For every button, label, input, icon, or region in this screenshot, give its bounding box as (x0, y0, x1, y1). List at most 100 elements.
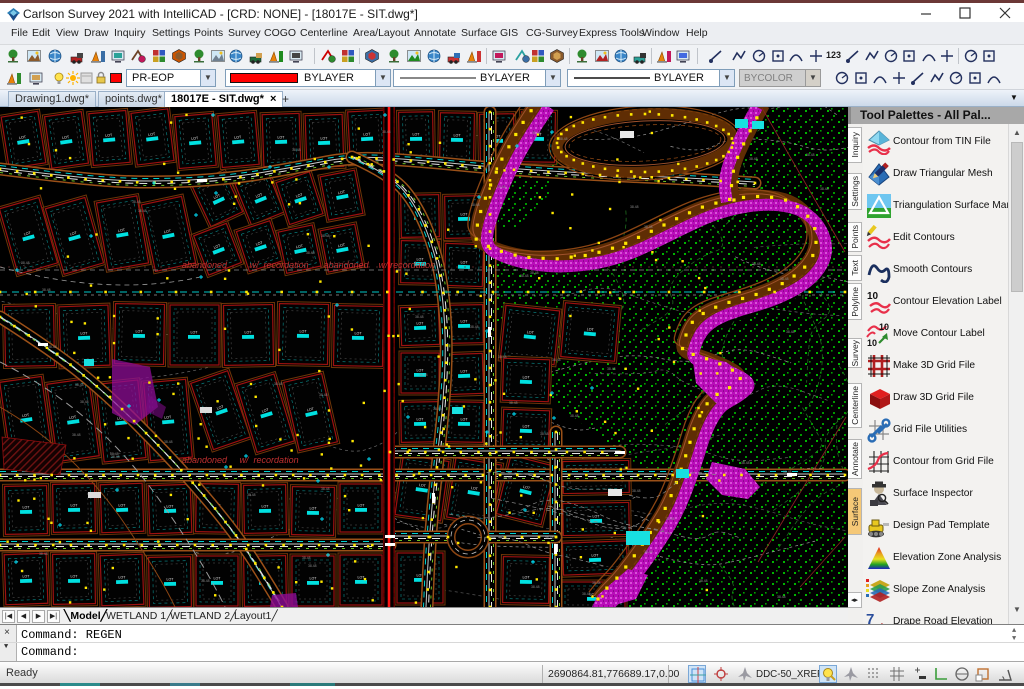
svg-text:38.48: 38.48 (321, 487, 330, 491)
svg-text:38.48: 38.48 (644, 550, 653, 554)
svg-text:38.48: 38.48 (39, 552, 48, 556)
svg-text:LOT: LOT (118, 575, 126, 579)
svg-text:LOT: LOT (244, 330, 252, 334)
svg-text:LOT: LOT (460, 369, 468, 373)
svg-text:38.48: 38.48 (531, 585, 540, 589)
svg-text:38.48: 38.48 (471, 203, 480, 207)
svg-text:38.48: 38.48 (470, 325, 479, 329)
svg-text:38.48: 38.48 (415, 315, 424, 319)
svg-text:LOT: LOT (80, 331, 88, 335)
svg-text:38.48: 38.48 (42, 288, 51, 292)
svg-text:38.48: 38.48 (540, 432, 549, 436)
svg-text:38.48: 38.48 (498, 355, 507, 359)
svg-text:38.48: 38.48 (247, 493, 256, 497)
svg-text:LOT: LOT (118, 503, 126, 507)
svg-text:LOT: LOT (355, 331, 363, 335)
svg-text:LOT: LOT (320, 136, 328, 140)
svg-text:38.48: 38.48 (545, 536, 554, 540)
svg-text:LOT: LOT (277, 135, 285, 139)
svg-text:LOT: LOT (310, 506, 318, 510)
svg-text:38.48: 38.48 (308, 564, 317, 568)
svg-text:38.48: 38.48 (783, 470, 792, 474)
svg-text:LOT: LOT (527, 330, 535, 335)
svg-text:38.48: 38.48 (777, 595, 786, 599)
svg-text:38.48: 38.48 (644, 225, 653, 229)
svg-text:38.48: 38.48 (532, 131, 541, 135)
svg-text:LOT: LOT (523, 424, 531, 428)
svg-text:38.48: 38.48 (274, 382, 283, 386)
svg-text:38.48: 38.48 (419, 373, 428, 377)
svg-text:38.48: 38.48 (806, 153, 815, 157)
svg-text:abandoned w/ recordation: abandoned w/ recordation (182, 455, 299, 465)
svg-text:38.48: 38.48 (164, 440, 173, 444)
svg-text:38.48: 38.48 (699, 579, 708, 583)
svg-text:38.48: 38.48 (48, 345, 57, 349)
svg-text:LOT: LOT (70, 574, 78, 578)
svg-text:LOT: LOT (191, 331, 199, 335)
svg-text:38.48: 38.48 (820, 187, 829, 191)
svg-text:38.48: 38.48 (749, 157, 758, 161)
svg-text:LOT: LOT (136, 329, 144, 333)
svg-text:LOT: LOT (300, 329, 308, 333)
svg-text:LOT: LOT (454, 133, 462, 137)
svg-text:38.48: 38.48 (201, 579, 210, 583)
svg-text:LOT: LOT (592, 514, 600, 518)
svg-text:LOT: LOT (523, 575, 531, 579)
svg-text:LOT: LOT (417, 369, 425, 373)
svg-text:LOT: LOT (164, 415, 172, 420)
svg-text:38.48: 38.48 (75, 383, 84, 387)
svg-text:LOT: LOT (310, 577, 318, 581)
svg-text:LOT: LOT (591, 553, 599, 557)
svg-text:38.48: 38.48 (138, 209, 147, 213)
svg-text:LOT: LOT (461, 260, 469, 264)
svg-text:38.48: 38.48 (306, 251, 315, 255)
svg-text:38.48: 38.48 (292, 148, 301, 152)
svg-text:38.48: 38.48 (110, 452, 119, 456)
svg-text:LOT: LOT (214, 577, 222, 581)
svg-text:38.48: 38.48 (21, 261, 30, 265)
svg-text:LOT: LOT (70, 503, 78, 507)
svg-text:LOT: LOT (166, 577, 174, 581)
svg-text:LOT: LOT (234, 135, 242, 140)
svg-text:LOT: LOT (523, 375, 531, 379)
svg-text:38.48: 38.48 (498, 535, 507, 539)
svg-text:LOT: LOT (261, 504, 269, 508)
svg-text:LOT: LOT (363, 132, 371, 136)
svg-text:38.48: 38.48 (582, 592, 591, 596)
svg-text:38.48: 38.48 (592, 581, 601, 585)
svg-text:LOT: LOT (416, 417, 424, 421)
svg-text:LOT: LOT (412, 132, 420, 136)
svg-text:LOT: LOT (460, 319, 468, 323)
svg-text:LOT: LOT (358, 504, 366, 508)
svg-text:10: 10 (867, 338, 877, 347)
svg-text:10: 10 (867, 291, 879, 302)
svg-text:LOT: LOT (416, 321, 424, 325)
svg-text:38.48: 38.48 (552, 358, 561, 362)
svg-text:7: 7 (866, 611, 874, 624)
svg-text:10: 10 (879, 322, 889, 332)
svg-text:38.48: 38.48 (530, 271, 539, 275)
svg-text:38.48: 38.48 (497, 185, 506, 189)
svg-text:38.48: 38.48 (80, 400, 89, 404)
svg-text:38.48: 38.48 (666, 517, 675, 521)
svg-text:38.48: 38.48 (741, 461, 750, 465)
svg-text:LOT: LOT (587, 327, 595, 332)
svg-text:LOT: LOT (105, 133, 113, 138)
svg-text:LOT: LOT (460, 212, 468, 216)
svg-text:38.48: 38.48 (607, 367, 616, 371)
svg-text:38.48: 38.48 (630, 205, 639, 209)
svg-text:abandoned w/ recordat: abandoned w/ recordation abandoned w/ re… (182, 260, 435, 270)
svg-text:38.48: 38.48 (780, 277, 789, 281)
svg-text:38.48: 38.48 (503, 476, 512, 480)
svg-text:38.48: 38.48 (382, 130, 391, 134)
svg-text:38.48: 38.48 (632, 489, 641, 493)
svg-text:38.48: 38.48 (786, 330, 795, 334)
svg-text:38.48: 38.48 (433, 407, 442, 411)
svg-text:38.48: 38.48 (302, 556, 311, 560)
svg-text:38.48: 38.48 (72, 433, 81, 437)
svg-text:LOT: LOT (191, 136, 199, 141)
svg-text:38.48: 38.48 (132, 200, 141, 204)
svg-text:LOT: LOT (461, 417, 469, 421)
svg-text:38.48: 38.48 (520, 274, 529, 278)
svg-text:38.48: 38.48 (509, 401, 518, 405)
